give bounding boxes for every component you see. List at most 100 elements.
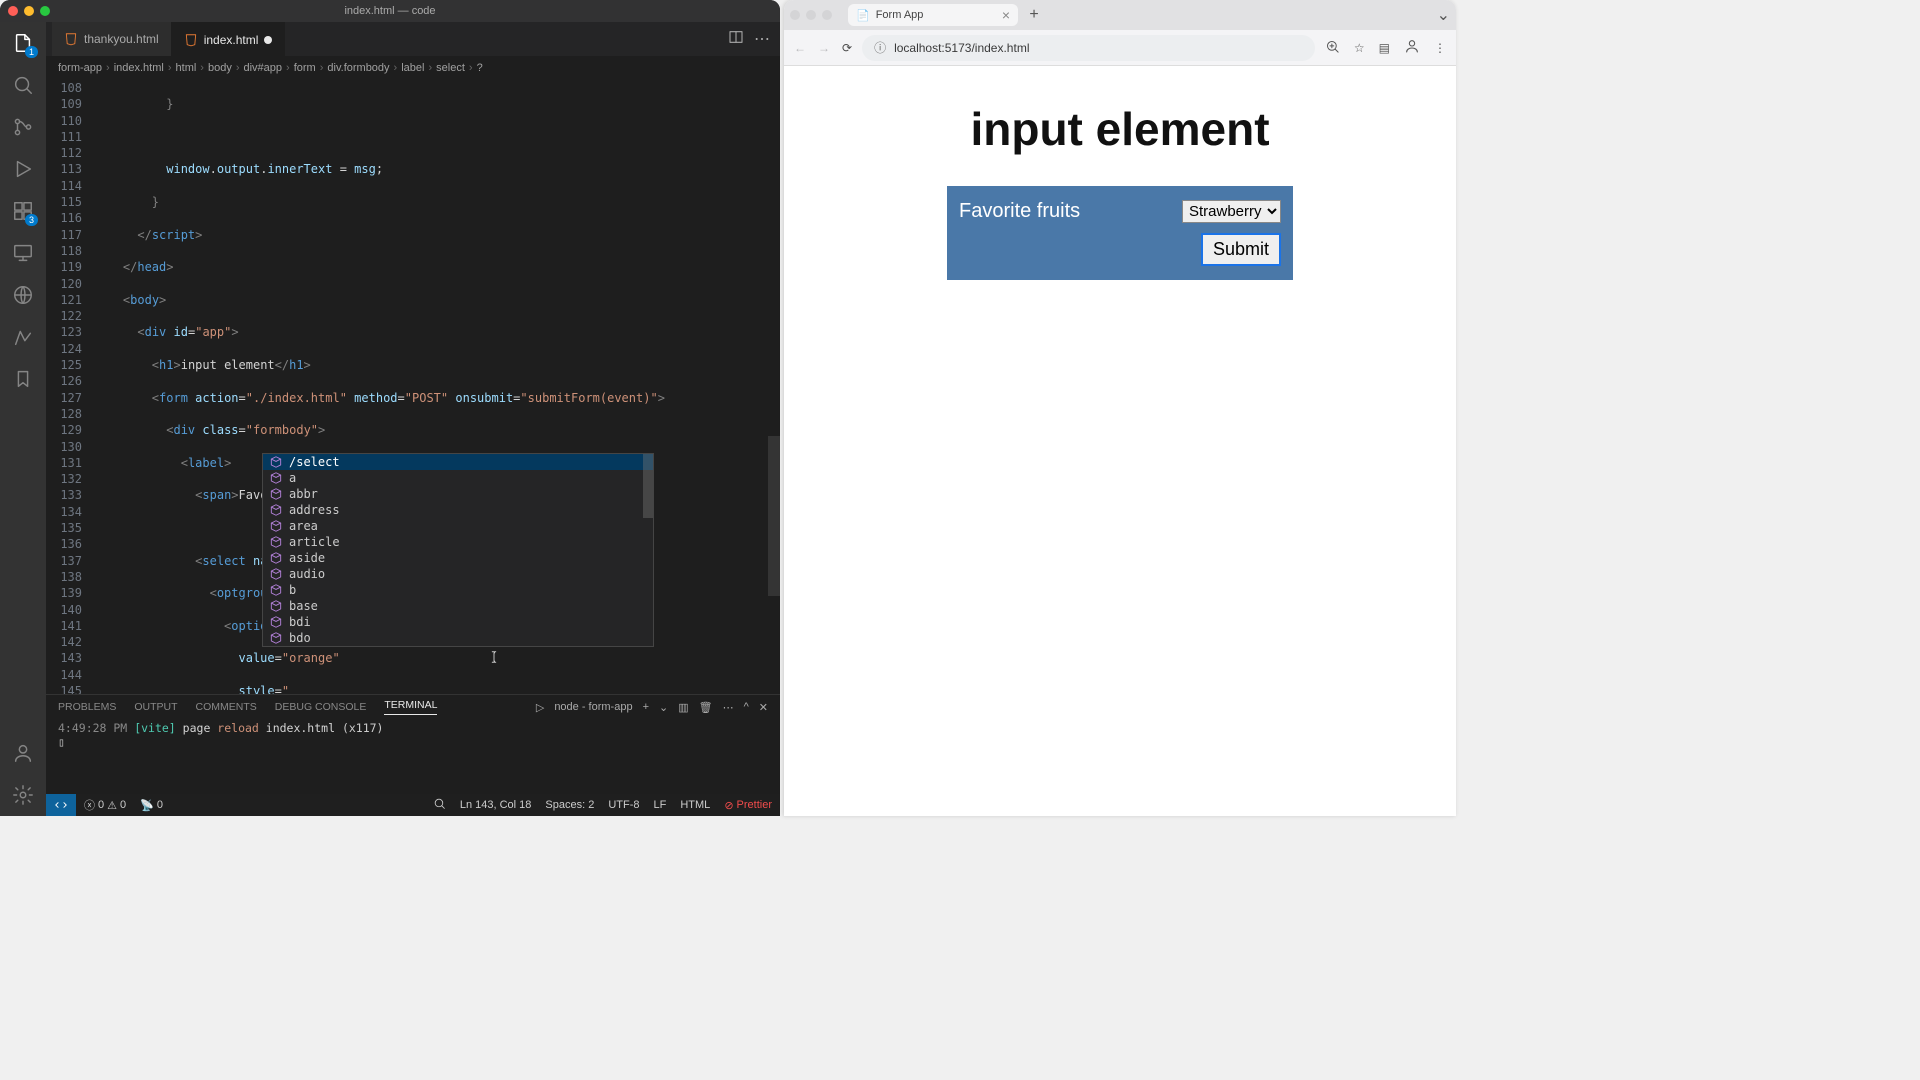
- more-icon[interactable]: ⋯: [723, 701, 734, 714]
- panel: PROBLEMS OUTPUT COMMENTS DEBUG CONSOLE T…: [46, 694, 780, 794]
- profile-icon[interactable]: [1404, 38, 1420, 57]
- tab-thankyou[interactable]: thankyou.html: [52, 22, 172, 56]
- suggest-item[interactable]: a: [263, 470, 653, 486]
- tab-problems[interactable]: PROBLEMS: [58, 701, 116, 713]
- suggest-item[interactable]: base: [263, 598, 653, 614]
- url-text: localhost:5173/index.html: [894, 41, 1029, 55]
- vscode-window-title: index.html — code: [344, 5, 435, 17]
- tab-output[interactable]: OUTPUT: [134, 701, 177, 713]
- explorer-icon[interactable]: 1: [10, 30, 36, 56]
- suggest-item[interactable]: bdo: [263, 630, 653, 646]
- extensions-badge: 3: [25, 214, 38, 226]
- suggest-item[interactable]: area: [263, 518, 653, 534]
- accounts-icon[interactable]: [10, 740, 36, 766]
- terminal-dropdown-icon[interactable]: ⌄: [659, 701, 668, 714]
- explorer-badge: 1: [25, 46, 38, 58]
- suggest-item[interactable]: bdi: [263, 614, 653, 630]
- editor-tabs: thankyou.html index.html ⋯: [46, 22, 780, 56]
- window-menu-icon[interactable]: ⌄: [1437, 5, 1450, 25]
- settings-gear-icon[interactable]: [10, 782, 36, 808]
- text-cursor-icon: [487, 650, 501, 668]
- suggest-item[interactable]: b: [263, 582, 653, 598]
- status-search-icon[interactable]: [433, 797, 446, 813]
- browser-tab-title: Form App: [876, 9, 924, 21]
- suggest-scrollbar[interactable]: [643, 454, 653, 518]
- status-prettier[interactable]: ⊘ Prettier: [724, 799, 772, 812]
- browser-toolbar: ← → ⟳ ⓘ localhost:5173/index.html ☆ ▤ ⋮: [784, 30, 1456, 66]
- timeline-icon[interactable]: [10, 324, 36, 350]
- terminal[interactable]: 4:49:28 PM [vite] page reload index.html…: [46, 715, 780, 794]
- search-icon[interactable]: [10, 72, 36, 98]
- remote-explorer-icon[interactable]: [10, 240, 36, 266]
- status-errors[interactable]: ⓧ 0 ⚠ 0: [84, 797, 126, 813]
- close-window-button[interactable]: [8, 6, 18, 16]
- submit-button[interactable]: Submit: [1201, 233, 1281, 266]
- status-ports[interactable]: 📡 0: [140, 799, 163, 812]
- activity-bar: 1 3: [0, 22, 46, 816]
- url-bar[interactable]: ⓘ localhost:5173/index.html: [862, 35, 1315, 61]
- suggest-item[interactable]: /select: [263, 454, 653, 470]
- tab-comments[interactable]: COMMENTS: [196, 701, 257, 713]
- vscode-traffic-lights: [8, 6, 50, 16]
- status-spaces[interactable]: Spaces: 2: [545, 799, 594, 811]
- terminal-label[interactable]: node - form-app: [554, 701, 632, 713]
- new-tab-button[interactable]: +: [1024, 6, 1044, 24]
- new-terminal-icon[interactable]: +: [643, 701, 649, 713]
- source-control-icon[interactable]: [10, 114, 36, 140]
- forward-button[interactable]: →: [818, 41, 830, 55]
- status-language[interactable]: HTML: [680, 799, 710, 811]
- split-terminal-icon[interactable]: ▥: [678, 701, 688, 714]
- breadcrumbs[interactable]: form-app› index.html› html› body› div#ap…: [46, 56, 780, 80]
- reader-icon[interactable]: ▤: [1379, 41, 1390, 55]
- minimap-scrollbar[interactable]: [768, 436, 780, 596]
- html-file-icon: [64, 32, 78, 46]
- close-window-button[interactable]: [790, 10, 800, 20]
- status-encoding[interactable]: UTF-8: [608, 799, 639, 811]
- bookmark-icon[interactable]: ☆: [1354, 41, 1365, 55]
- live-share-icon[interactable]: [10, 282, 36, 308]
- tab-terminal[interactable]: TERMINAL: [384, 699, 437, 715]
- run-debug-icon[interactable]: [10, 156, 36, 182]
- favicon-icon: 📄: [856, 9, 870, 22]
- terminal-process-icon[interactable]: ▷: [536, 701, 544, 714]
- split-editor-icon[interactable]: [728, 29, 744, 50]
- more-actions-icon[interactable]: ⋯: [754, 29, 770, 49]
- zoom-window-button[interactable]: [40, 6, 50, 16]
- site-info-icon[interactable]: ⓘ: [874, 39, 888, 56]
- code-editor[interactable]: 1081091101111121131141151161171181191201…: [46, 80, 780, 694]
- status-bar: ⓧ 0 ⚠ 0 📡 0 Ln 143, Col 18 Spaces: 2 UTF…: [46, 794, 780, 816]
- maximize-panel-icon[interactable]: ^: [744, 701, 749, 713]
- browser-tab-strip: 📄 Form App × + ⌄: [784, 0, 1456, 30]
- form-body: Favorite fruits Strawberry Submit: [947, 186, 1293, 280]
- minimize-window-button[interactable]: [806, 10, 816, 20]
- zoom-window-button[interactable]: [822, 10, 832, 20]
- extensions-icon[interactable]: 3: [10, 198, 36, 224]
- suggest-item[interactable]: article: [263, 534, 653, 550]
- zoom-icon[interactable]: [1325, 39, 1340, 57]
- panel-tabs: PROBLEMS OUTPUT COMMENTS DEBUG CONSOLE T…: [46, 695, 780, 715]
- bookmarks-icon[interactable]: [10, 366, 36, 392]
- menu-icon[interactable]: ⋮: [1434, 41, 1446, 55]
- back-button[interactable]: ←: [794, 41, 806, 55]
- dirty-indicator-icon: [264, 36, 272, 44]
- remote-indicator[interactable]: [46, 794, 76, 816]
- status-ln-col[interactable]: Ln 143, Col 18: [460, 799, 532, 811]
- vscode-window: index.html — code 1 3 thankyou.html: [0, 0, 780, 816]
- suggest-item[interactable]: aside: [263, 550, 653, 566]
- favorite-fruits-select[interactable]: Strawberry: [1182, 200, 1281, 223]
- tab-index[interactable]: index.html: [172, 22, 286, 56]
- browser-tab[interactable]: 📄 Form App ×: [848, 4, 1018, 26]
- vscode-titlebar: index.html — code: [0, 0, 780, 22]
- suggest-item[interactable]: audio: [263, 566, 653, 582]
- suggest-item[interactable]: abbr: [263, 486, 653, 502]
- minimize-window-button[interactable]: [24, 6, 34, 16]
- kill-terminal-icon[interactable]: 🗑: [699, 701, 713, 714]
- close-tab-icon[interactable]: ×: [1002, 7, 1010, 23]
- status-eol[interactable]: LF: [654, 799, 667, 811]
- intellisense-suggest[interactable]: /select a abbr address area article asid…: [262, 453, 654, 647]
- tab-debug-console[interactable]: DEBUG CONSOLE: [275, 701, 367, 713]
- close-panel-icon[interactable]: ✕: [759, 701, 768, 714]
- reload-button[interactable]: ⟳: [842, 41, 852, 55]
- tab-label: thankyou.html: [84, 32, 159, 46]
- suggest-item[interactable]: address: [263, 502, 653, 518]
